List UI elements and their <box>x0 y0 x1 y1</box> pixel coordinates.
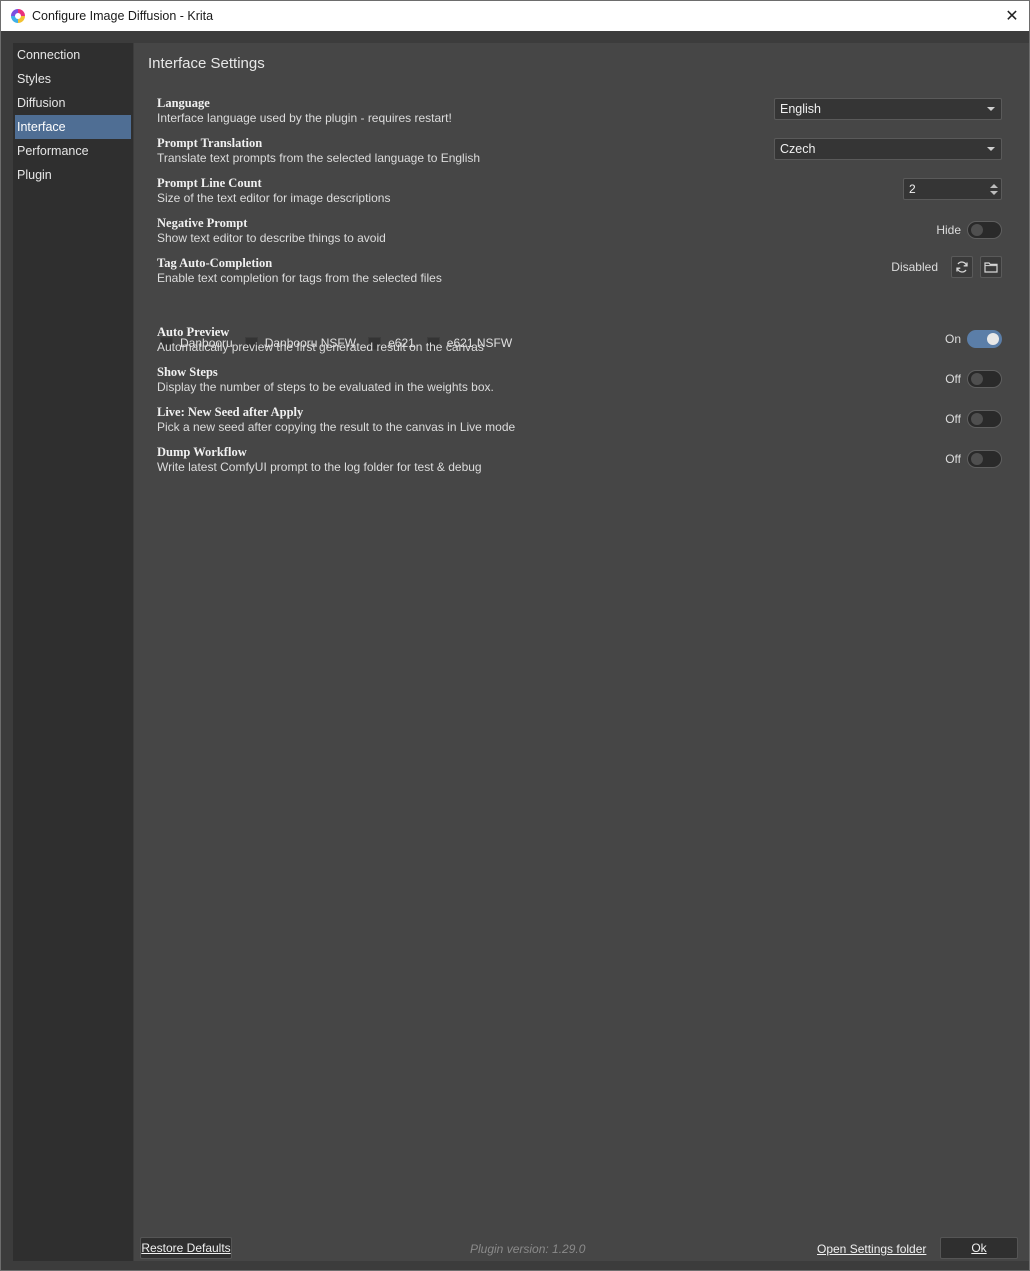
switch-state-label: Off <box>945 372 961 386</box>
refresh-glyph <box>956 261 968 273</box>
sidebar-item-connection[interactable]: Connection <box>13 43 133 67</box>
close-icon[interactable]: ✕ <box>1001 5 1023 27</box>
folder-icon[interactable] <box>980 256 1002 278</box>
live-new-seed-toggle[interactable] <box>967 410 1002 428</box>
folder-glyph <box>984 262 998 273</box>
setting-prompt-line-count: Prompt Line Count Size of the text edito… <box>157 176 1002 216</box>
settings-sidebar: Connection Styles Diffusion Interface Pe… <box>13 43 133 1261</box>
dump-workflow-switch-group: Off <box>945 450 1002 468</box>
setting-title: Prompt Line Count <box>157 176 262 190</box>
settings-content-panel: Interface Settings Language Interface la… <box>134 43 1029 1261</box>
show-steps-switch-group: Off <box>945 370 1002 388</box>
sidebar-item-interface[interactable]: Interface <box>15 115 131 139</box>
setting-title: Tag Auto-Completion <box>157 256 273 270</box>
tag-completion-controls: Disabled <box>891 256 1002 278</box>
tag-completion-status: Disabled <box>891 260 938 274</box>
chevron-down-icon <box>987 107 995 111</box>
toggle-knob <box>971 413 983 425</box>
dialog-window: Configure Image Diffusion - Krita ✕ Conn… <box>0 0 1030 1271</box>
krita-app-icon <box>11 9 25 23</box>
setting-title: Negative Prompt <box>157 216 248 230</box>
sidebar-item-performance[interactable]: Performance <box>13 139 133 163</box>
setting-title: Show Steps <box>157 365 218 379</box>
translation-dropdown-value: Czech <box>780 142 816 156</box>
show-steps-toggle[interactable] <box>967 370 1002 388</box>
setting-description: Display the number of steps to be evalua… <box>157 380 494 394</box>
page-title: Interface Settings <box>148 55 265 72</box>
switch-state-label: On <box>944 332 961 346</box>
setting-live-new-seed: Live: New Seed after Apply Pick a new se… <box>157 405 1002 445</box>
setting-title: Dump Workflow <box>157 445 247 459</box>
setting-description: Enable text completion for tags from the… <box>157 271 442 285</box>
spin-up-icon[interactable] <box>990 184 998 188</box>
setting-negative-prompt: Negative Prompt Show text editor to desc… <box>157 216 1002 256</box>
toggle-knob <box>987 333 999 345</box>
auto-preview-toggle[interactable] <box>967 330 1002 348</box>
setting-dump-workflow: Dump Workflow Write latest ComfyUI promp… <box>157 445 1002 485</box>
line-count-value: 2 <box>909 182 916 196</box>
switch-state-label: Hide <box>936 223 961 237</box>
sidebar-item-diffusion[interactable]: Diffusion <box>13 91 133 115</box>
live-new-seed-switch-group: Off <box>945 410 1002 428</box>
toggle-knob <box>971 224 983 236</box>
switch-state-label: Off <box>945 452 961 466</box>
switch-state-label: Off <box>945 412 961 426</box>
plugin-version-label: Plugin version: 1.29.0 <box>470 1242 586 1256</box>
setting-description: Automatically preview the first generate… <box>157 340 484 354</box>
auto-preview-switch-group: On <box>945 330 1002 348</box>
language-dropdown[interactable]: English <box>774 98 1002 120</box>
setting-description: Pick a new seed after copying the result… <box>157 420 516 434</box>
sidebar-item-styles[interactable]: Styles <box>13 67 133 91</box>
setting-title: Prompt Translation <box>157 136 263 150</box>
negative-prompt-switch-group: Hide <box>936 221 1002 239</box>
translation-dropdown[interactable]: Czech <box>774 138 1002 160</box>
setting-description: Show text editor to describe things to a… <box>157 231 386 245</box>
restore-defaults-button[interactable]: Restore Defaults <box>140 1237 232 1259</box>
spin-down-icon[interactable] <box>990 191 998 195</box>
setting-description: Interface language used by the plugin - … <box>157 111 452 125</box>
setting-title: Live: New Seed after Apply <box>157 405 304 419</box>
sidebar-item-plugin[interactable]: Plugin <box>13 163 133 187</box>
toggle-knob <box>971 453 983 465</box>
setting-language: Language Interface language used by the … <box>157 96 1002 136</box>
setting-auto-preview: Auto Preview Automatically preview the f… <box>157 325 1002 365</box>
setting-title: Language <box>157 96 210 110</box>
setting-prompt-translation: Prompt Translation Translate text prompt… <box>157 136 1002 176</box>
dump-workflow-toggle[interactable] <box>967 450 1002 468</box>
open-settings-folder-link[interactable]: Open Settings folder <box>817 1242 926 1256</box>
ok-button[interactable]: Ok <box>940 1237 1018 1259</box>
line-count-spinbox[interactable]: 2 <box>903 178 1002 200</box>
chevron-down-icon <box>987 147 995 151</box>
toggle-knob <box>971 373 983 385</box>
window-title: Configure Image Diffusion - Krita <box>32 9 214 23</box>
setting-title: Auto Preview <box>157 325 230 339</box>
refresh-icon[interactable] <box>951 256 973 278</box>
setting-description: Size of the text editor for image descri… <box>157 191 391 205</box>
language-dropdown-value: English <box>780 102 821 116</box>
setting-description: Translate text prompts from the selected… <box>157 151 481 165</box>
setting-show-steps: Show Steps Display the number of steps t… <box>157 365 1002 405</box>
title-bar[interactable]: Configure Image Diffusion - Krita ✕ <box>1 1 1029 31</box>
setting-tag-auto-completion: Tag Auto-Completion Enable text completi… <box>157 256 1002 296</box>
negative-prompt-toggle[interactable] <box>967 221 1002 239</box>
setting-description: Write latest ComfyUI prompt to the log f… <box>157 460 482 474</box>
